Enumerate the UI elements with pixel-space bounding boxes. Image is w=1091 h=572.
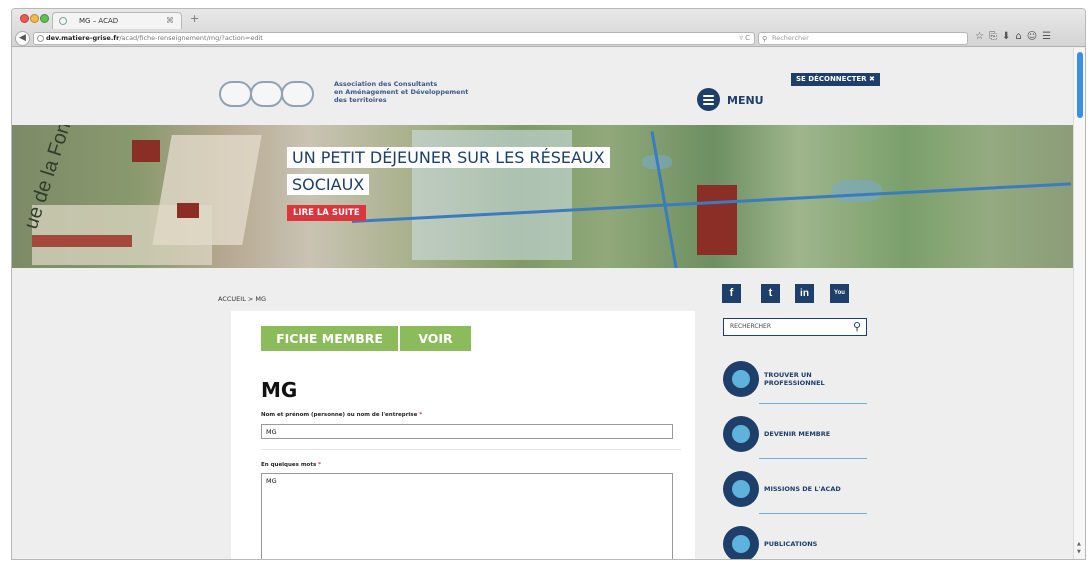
tab-voir[interactable]: VOIR (400, 326, 471, 351)
required-mark: * (419, 412, 423, 418)
sidebar-item-missions[interactable]: MISSIONS DE L'ACAD (723, 471, 867, 515)
member-form-card: FICHE MEMBRE VOIR MG Nom et prénom (pers… (231, 311, 695, 559)
vertical-scrollbar[interactable]: ▲ ▼ (1073, 48, 1085, 559)
divider (261, 449, 681, 450)
url-bar[interactable]: dev.matiere-grise.fr/acad/fiche-renseign… (33, 32, 755, 45)
logout-button[interactable]: SE DÉCONNECTER ✖ (791, 73, 880, 86)
menu-hamburger-icon[interactable] (697, 88, 720, 111)
back-button[interactable]: ◀ (15, 31, 30, 46)
window-close-button[interactable] (20, 14, 29, 23)
search-icon: ⚲ (762, 35, 768, 43)
linkedin-icon[interactable]: in (795, 284, 814, 303)
sidebar-search-placeholder: RECHERCHER (730, 323, 771, 330)
browser-tab[interactable]: MG – ACAD ⌘ (52, 12, 182, 29)
logo-line-1: Association des Consultants (334, 80, 438, 88)
hero-title-line-1: UN PETIT DÉJEUNER SUR LES RÉSEAUX (287, 147, 610, 168)
youtube-icon[interactable]: You (830, 284, 849, 303)
sidebar-item-label: DEVENIR MEMBRE (764, 430, 831, 438)
sidebar-item-label: PUBLICATIONS (764, 540, 818, 548)
breadcrumb[interactable]: ACCUEIL > MG (218, 295, 266, 303)
globe-people-icon (723, 361, 759, 397)
name-field[interactable]: MG (261, 424, 673, 439)
sidebar-item-label: TROUVER UN PROFESSIONNEL (764, 371, 825, 387)
facebook-icon[interactable]: f (722, 284, 741, 303)
lightbulb-icon (723, 471, 759, 507)
browser-search-placeholder: Rechercher (772, 34, 809, 42)
logo-line-3: des territoires (334, 96, 387, 104)
hero-banner: ue de la Font de UN PETIT DÉJEUNER SUR L… (12, 125, 1075, 268)
divider (759, 403, 867, 404)
sidebar-item-devenir[interactable]: DEVENIR MEMBRE (723, 416, 867, 460)
url-host: dev.matiere-grise.fr (46, 34, 120, 42)
window-minimize-button[interactable] (30, 14, 39, 23)
description-field-label: En quelques mots * (261, 462, 322, 468)
reload-icon[interactable]: ▿ C (739, 33, 750, 44)
scroll-up-arrow-icon[interactable]: ▲ (1077, 541, 1081, 547)
globe-icon (37, 35, 44, 42)
search-icon[interactable]: ⚲ (853, 319, 861, 335)
browser-navbar: ◀ dev.matiere-grise.fr/acad/fiche-rensei… (12, 30, 1085, 47)
page-viewport: Association des Consultants en Aménageme… (12, 48, 1075, 559)
name-field-label: Nom et prénom (personne) ou nom de l'ent… (261, 412, 423, 418)
required-mark: * (318, 462, 322, 468)
description-textarea[interactable]: MG (261, 473, 673, 559)
page-title: MG (261, 378, 298, 402)
window-maximize-button[interactable] (40, 14, 49, 23)
browser-titlebar: MG – ACAD ⌘ + ◀ dev.matiere-grise.fr/aca… (12, 9, 1085, 47)
logo-line-2: en Aménagement et Développement (334, 88, 469, 96)
sidebar-item-trouver[interactable]: TROUVER UN PROFESSIONNEL (723, 361, 867, 405)
sidebar-search-input[interactable]: RECHERCHER ⚲ (723, 318, 867, 336)
divider (759, 458, 867, 459)
tab-close-icon[interactable]: ⌘ (166, 16, 174, 25)
site-header: Association des Consultants en Aménageme… (12, 48, 1075, 126)
document-icon (723, 526, 759, 559)
tab-title: MG – ACAD (79, 17, 119, 25)
favicon-icon (59, 17, 67, 25)
read-more-button[interactable]: LIRE LA SUITE (287, 205, 366, 221)
sidebar-item-publications[interactable]: PUBLICATIONS (723, 526, 867, 559)
sidebar-item-label: MISSIONS DE L'ACAD (764, 485, 841, 493)
hero-title-line-2: SOCIAUX (287, 174, 370, 195)
browser-window: MG – ACAD ⌘ + ◀ dev.matiere-grise.fr/aca… (11, 8, 1086, 560)
scrollbar-thumb[interactable] (1077, 52, 1083, 118)
browser-toolbar-icons[interactable]: ☆⎘⬇⌂☺☰ (975, 31, 1056, 42)
menu-label[interactable]: MENU (727, 94, 764, 107)
scroll-down-arrow-icon[interactable]: ▼ (1077, 549, 1081, 555)
tab-fiche-membre[interactable]: FICHE MEMBRE (261, 326, 398, 351)
divider (759, 513, 867, 514)
new-tab-button[interactable]: + (190, 12, 199, 25)
browser-search-input[interactable]: ⚲ Rechercher (758, 32, 968, 45)
people-icon (723, 416, 759, 452)
twitter-icon[interactable]: t (761, 284, 780, 303)
logo-text: Association des Consultants en Aménageme… (334, 80, 468, 104)
url-path: /acad/fiche-renseignement/mg/?action=edi… (119, 34, 263, 42)
